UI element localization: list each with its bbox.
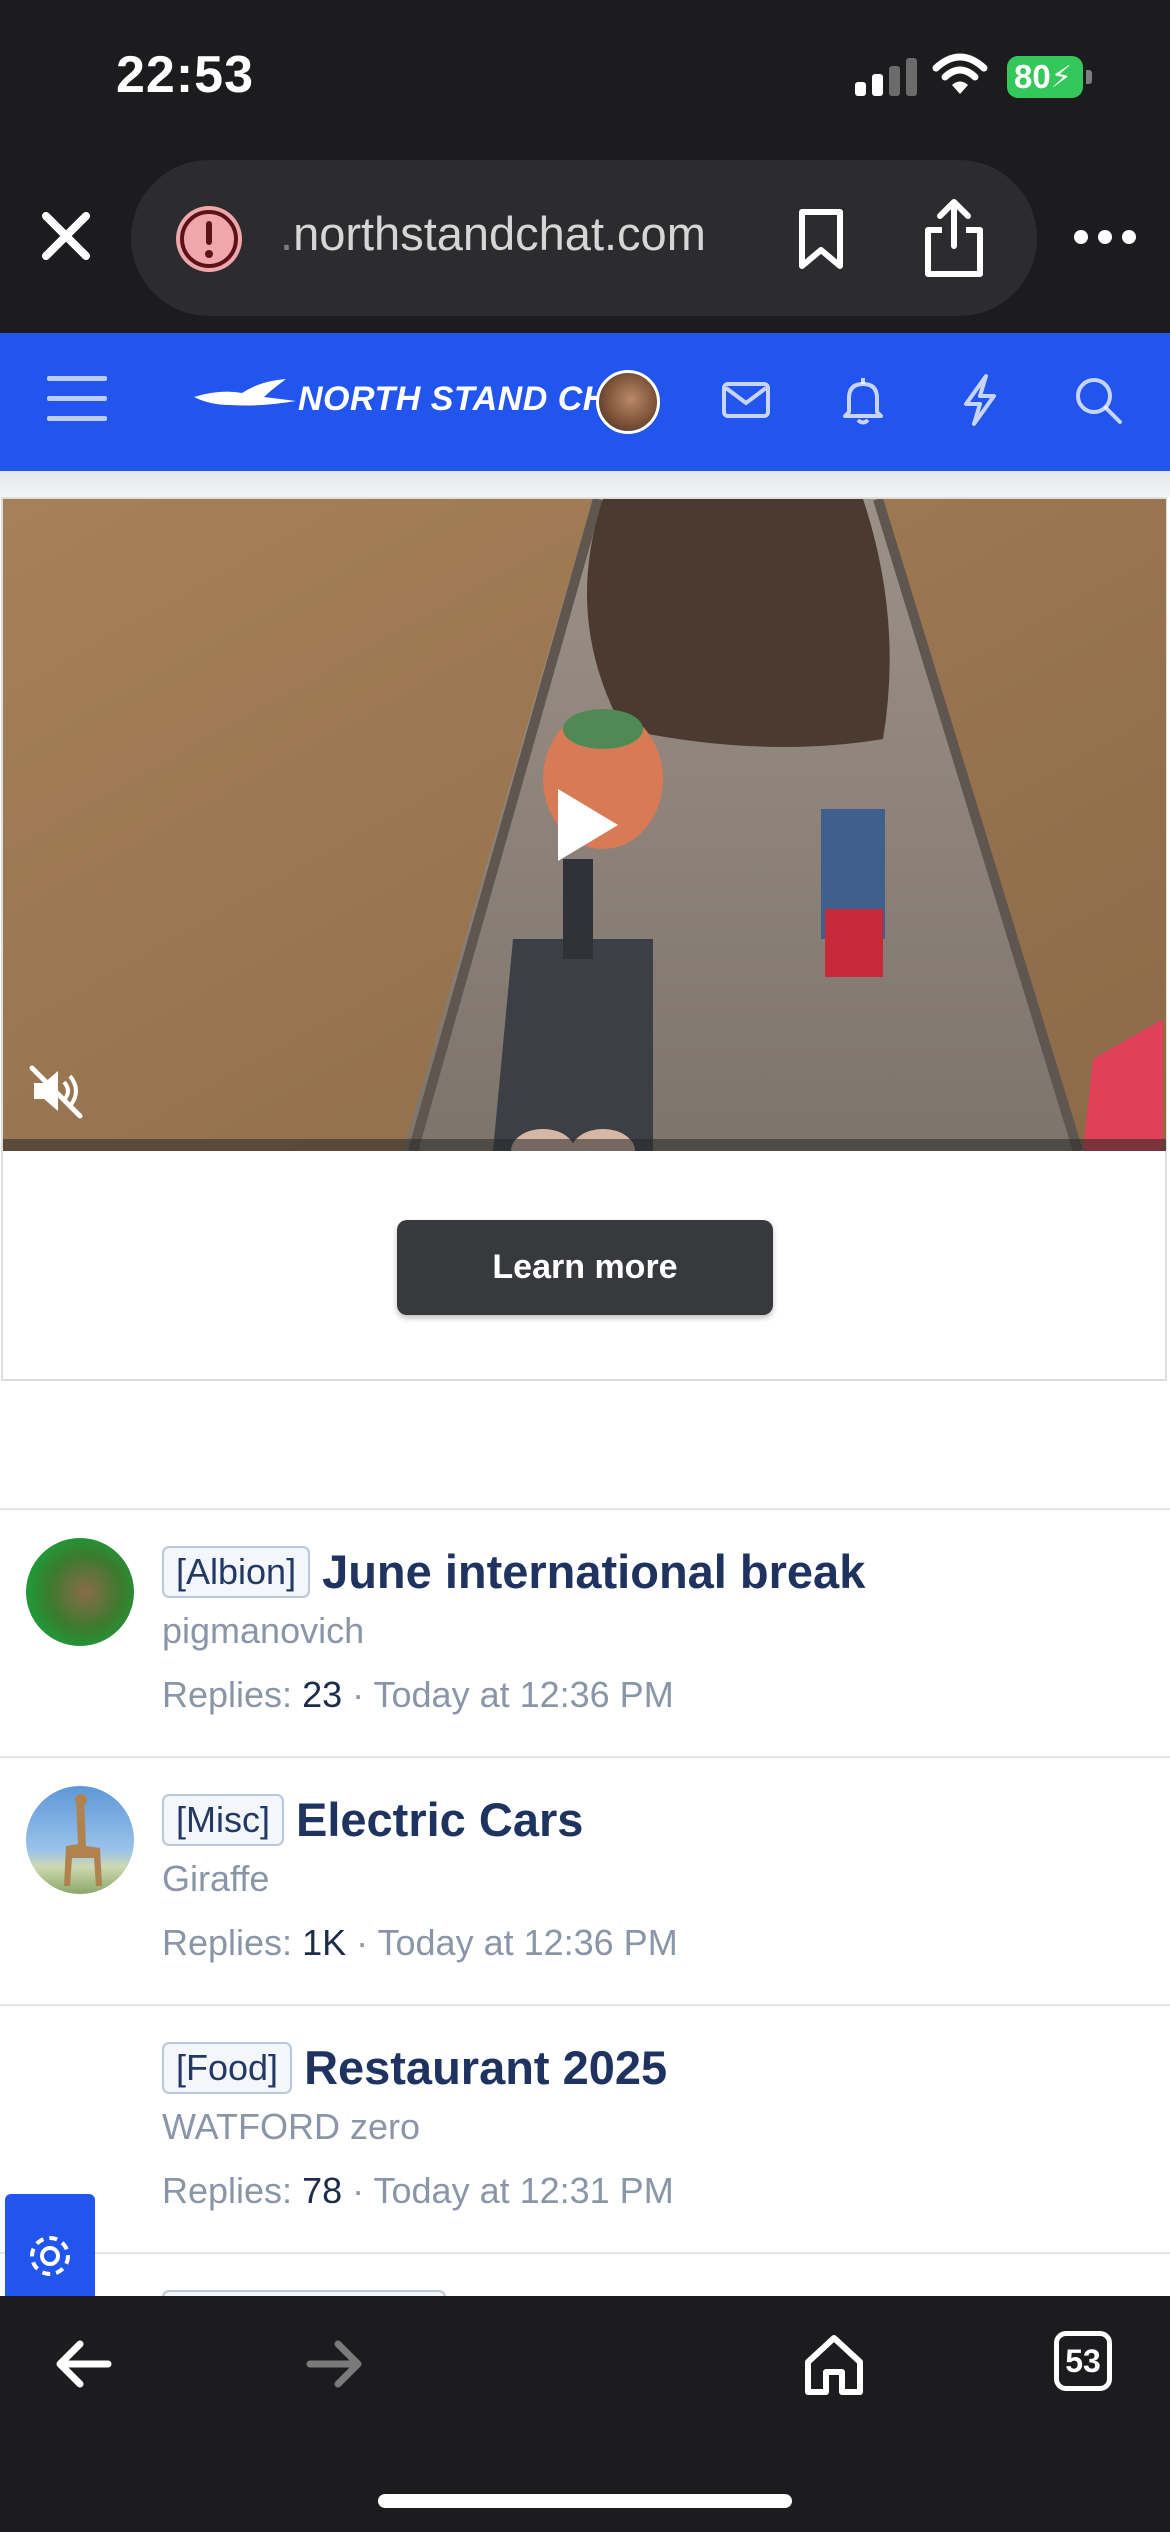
thread-title[interactable]: Restaurant 2025 bbox=[304, 2040, 667, 2095]
lightning-icon[interactable] bbox=[952, 372, 1008, 428]
list-divider bbox=[0, 2252, 1170, 2254]
thread-header: [Food] Restaurant 2025 bbox=[162, 2040, 667, 2095]
thread-time[interactable]: Today at 12:36 PM bbox=[374, 1674, 674, 1715]
thread-author[interactable]: Giraffe bbox=[162, 1858, 269, 1900]
thread-time[interactable]: Today at 12:36 PM bbox=[378, 1922, 678, 1963]
play-icon[interactable] bbox=[552, 785, 622, 865]
home-indicator bbox=[378, 2494, 792, 2508]
menu-icon[interactable] bbox=[47, 374, 107, 424]
search-icon[interactable] bbox=[1070, 372, 1126, 428]
thread-meta: Replies: 1K · Today at 12:36 PM bbox=[162, 1922, 678, 1963]
thread-header: [Albion] June international break bbox=[162, 1544, 865, 1599]
wifi-icon bbox=[932, 53, 988, 94]
thread-title[interactable]: Electric Cars bbox=[296, 1792, 583, 1847]
thread-meta: Replies: 78 · Today at 12:31 PM bbox=[162, 2170, 674, 2211]
thread-prefix[interactable]: [Food] bbox=[162, 2041, 293, 2094]
thread-meta: Replies: 23 · Today at 12:36 PM bbox=[162, 1674, 674, 1715]
thread-author[interactable]: pigmanovich bbox=[162, 1610, 364, 1652]
thread-prefix[interactable]: [Albion] bbox=[162, 1545, 311, 1598]
avatar[interactable] bbox=[26, 1538, 134, 1646]
more-icon[interactable] bbox=[1072, 222, 1138, 252]
gear-icon bbox=[30, 2236, 70, 2276]
avatar[interactable] bbox=[26, 1786, 134, 1894]
battery-cap bbox=[1086, 70, 1092, 84]
warning-icon[interactable] bbox=[176, 206, 242, 272]
forward-icon[interactable] bbox=[302, 2332, 366, 2396]
cellular-signal-icon bbox=[855, 58, 917, 96]
style-settings-button[interactable] bbox=[5, 2194, 95, 2296]
muted-icon[interactable] bbox=[28, 1062, 86, 1120]
thread-item[interactable]: [Food] Restaurant 2025 WATFORD zero Repl… bbox=[0, 2006, 1170, 2252]
header-shadow bbox=[0, 471, 1170, 497]
avatar[interactable] bbox=[596, 370, 660, 434]
thread-author[interactable]: WATFORD zero bbox=[162, 2106, 420, 2148]
logo-bird-icon[interactable] bbox=[190, 375, 300, 425]
bookmark-icon[interactable] bbox=[796, 208, 846, 270]
home-icon[interactable] bbox=[802, 2332, 866, 2396]
thread-item[interactable]: [Albion] June international break pigman… bbox=[0, 1510, 1170, 1756]
url-text[interactable]: .northstandchat.com bbox=[280, 206, 706, 261]
mail-icon[interactable] bbox=[718, 372, 774, 428]
back-icon[interactable] bbox=[52, 2332, 116, 2396]
video-progress-bar[interactable] bbox=[3, 1139, 1166, 1151]
giraffe-image bbox=[64, 1794, 102, 1886]
bell-icon[interactable] bbox=[835, 372, 891, 428]
battery-indicator: 80 ⚡ bbox=[1007, 56, 1083, 98]
learn-more-button[interactable]: Learn more bbox=[397, 1220, 773, 1315]
thread-prefix[interactable]: [Misc] bbox=[162, 1793, 284, 1846]
tabs-icon[interactable]: 53 bbox=[1054, 2331, 1112, 2391]
share-icon[interactable] bbox=[922, 198, 986, 278]
close-icon[interactable] bbox=[36, 206, 96, 266]
thread-item[interactable]: [Misc] Electric Cars Giraffe Replies: 1K… bbox=[0, 1758, 1170, 2004]
status-time: 22:53 bbox=[116, 46, 254, 104]
thread-header: [Misc] Electric Cars bbox=[162, 1792, 583, 1847]
thread-title[interactable]: June international break bbox=[322, 1544, 865, 1599]
thread-time[interactable]: Today at 12:31 PM bbox=[374, 2170, 674, 2211]
